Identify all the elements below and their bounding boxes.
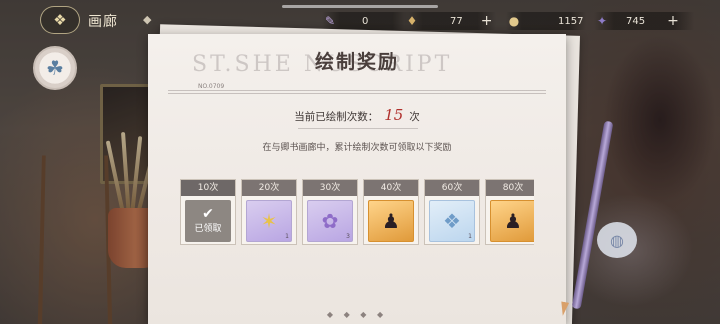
- reward-quantity: 1: [285, 233, 289, 240]
- draw-count-row: 当前已绘制次数： 15 次: [148, 106, 566, 124]
- reward-threshold: 30次: [303, 180, 357, 196]
- reward-item: ♟: [490, 200, 534, 242]
- claimed-overlay: ✔ 已领取: [185, 200, 231, 242]
- checkmark-icon: ✔: [202, 206, 214, 222]
- side-orb-icon: ◍: [597, 222, 637, 258]
- trefoil-icon: ☘: [46, 56, 64, 80]
- resource-value: 1157: [558, 15, 584, 27]
- reward-item: ✿ 3: [307, 200, 353, 242]
- reward-hint: 在与卿书画廊中，累计绘制次数可领取以下奖励: [262, 143, 452, 153]
- draw-rewards-panel: ST.SHE NUSCRIPT 绘制奖励 NO.0709 当前已绘制次数： 15 次…: [148, 34, 566, 324]
- reward-item: ✶ 1: [246, 200, 292, 242]
- resource-coin: ● 1157: [506, 12, 586, 30]
- character-portrait-icon: ♟: [382, 209, 400, 233]
- character-portrait-icon: ♟: [504, 209, 522, 233]
- add-ink-button[interactable]: +: [481, 13, 493, 29]
- reward-card-80[interactable]: 80次 ♟: [485, 179, 534, 245]
- reward-threshold: 20次: [242, 180, 296, 196]
- draw-count-label: 当前已绘制次数：: [294, 111, 379, 123]
- ruled-line: [168, 90, 546, 94]
- reward-quantity: 1: [468, 233, 472, 240]
- reward-track[interactable]: 10次 ✔ 已领取 20次 ✶ 1 30次 ✿ 3 40次 ♟ 60次 ❖ 1 …: [180, 179, 534, 275]
- panel-title: 绘制奖励: [314, 51, 399, 73]
- reward-threshold: 10次: [181, 180, 235, 196]
- reward-item: ♟: [368, 200, 414, 242]
- reward-card-30[interactable]: 30次 ✿ 3: [302, 179, 358, 245]
- resource-value: 745: [626, 15, 646, 27]
- draw-count-unit: 次: [409, 111, 420, 123]
- coin-icon: ●: [508, 14, 520, 28]
- reward-card-60[interactable]: 60次 ❖ 1: [424, 179, 480, 245]
- document-number: NO.0709: [198, 83, 225, 90]
- claimed-label: 已领取: [194, 224, 222, 234]
- reward-card-40[interactable]: 40次 ♟: [363, 179, 419, 245]
- home-indicator: [282, 5, 438, 8]
- reward-threshold: 60次: [425, 180, 479, 196]
- title-diamond-icon: ◆: [143, 13, 152, 26]
- gallery-menu-button[interactable]: ☘: [33, 46, 77, 90]
- resource-paintbrush: ✎ 0: [322, 12, 410, 30]
- reward-quantity: 3: [346, 233, 350, 240]
- reward-threshold: 80次: [486, 180, 534, 196]
- gem-icon: ✦: [596, 14, 608, 28]
- reward-card-20[interactable]: 20次 ✶ 1: [241, 179, 297, 245]
- paintbrush-icon: ✎: [324, 14, 336, 28]
- reward-threshold: 40次: [364, 180, 418, 196]
- ink-icon: ♦: [406, 14, 418, 28]
- back-emblem-icon: ❖: [53, 11, 67, 29]
- back-button[interactable]: ❖: [40, 6, 80, 34]
- reward-card-10[interactable]: 10次 ✔ 已领取: [180, 179, 236, 245]
- page-title: 画廊: [88, 14, 118, 30]
- resource-gem: ✦ 745 +: [594, 12, 694, 30]
- resource-value: 77: [450, 15, 463, 27]
- reward-item: ❖ 1: [429, 200, 475, 242]
- resource-value: 0: [362, 15, 369, 27]
- add-gem-button[interactable]: +: [667, 13, 679, 29]
- count-divider: [298, 128, 418, 129]
- page-indicator: ◆ ◆ ◆ ◆: [326, 310, 388, 319]
- resource-ink: ♦ 77 +: [404, 12, 496, 30]
- draw-count-value: 15: [384, 106, 404, 124]
